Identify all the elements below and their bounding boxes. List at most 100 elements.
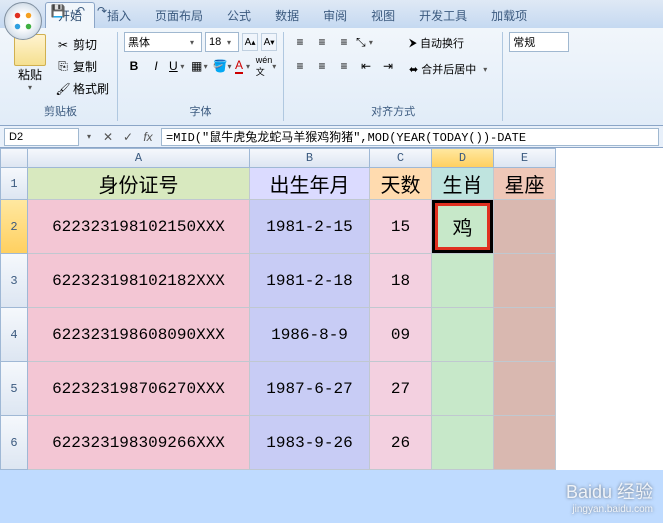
border-button[interactable]: ▦▾ (190, 56, 210, 76)
cell[interactable]: 622323198608090XXX (28, 308, 250, 362)
brush-icon: 🖌 (56, 82, 70, 96)
cell[interactable]: 星座 (494, 168, 556, 200)
merge-button[interactable]: ⬌合并后居中▾ (404, 58, 496, 80)
tab-layout[interactable]: 页面布局 (143, 3, 215, 28)
tab-developer[interactable]: 开发工具 (407, 3, 479, 28)
wrap-icon: ⮞ (409, 37, 417, 50)
select-all-corner[interactable] (0, 148, 28, 168)
chevron-down-icon: ▾ (479, 65, 491, 74)
chevron-down-icon: ▾ (227, 62, 231, 71)
cell[interactable]: 1981-2-15 (250, 200, 370, 254)
align-left-button[interactable]: ≡ (290, 56, 310, 76)
cell[interactable] (494, 362, 556, 416)
tab-view[interactable]: 视图 (359, 3, 407, 28)
font-color-button[interactable]: A▾ (234, 56, 254, 76)
cell[interactable]: 身份证号 (28, 168, 250, 200)
cell[interactable]: 622323198706270XXX (28, 362, 250, 416)
cell[interactable] (494, 308, 556, 362)
cell[interactable]: 09 (370, 308, 432, 362)
cell[interactable]: 天数 (370, 168, 432, 200)
cell[interactable]: 622323198309266XXX (28, 416, 250, 470)
cell-active[interactable]: 鸡 (432, 200, 494, 254)
underline-button[interactable]: U▾ (168, 56, 188, 76)
paste-label: 粘贴 (18, 66, 42, 83)
align-center-button[interactable]: ≡ (312, 56, 332, 76)
col-header[interactable]: C (370, 148, 432, 168)
bold-button[interactable]: B (124, 56, 144, 76)
row-header[interactable]: 3 (0, 254, 28, 308)
tab-review[interactable]: 审阅 (311, 3, 359, 28)
cell[interactable]: 1986-8-9 (250, 308, 370, 362)
align-middle-button[interactable]: ≡ (312, 32, 332, 52)
cell[interactable]: 15 (370, 200, 432, 254)
tab-data[interactable]: 数据 (263, 3, 311, 28)
tab-addins[interactable]: 加载项 (479, 3, 539, 28)
indent-inc-button[interactable]: ⇥ (378, 56, 398, 76)
cell[interactable]: 622323198102150XXX (28, 200, 250, 254)
cell[interactable] (432, 308, 494, 362)
cell[interactable]: 出生年月 (250, 168, 370, 200)
row-header[interactable]: 6 (0, 416, 28, 470)
row-header[interactable]: 1 (0, 168, 28, 200)
align-right-button[interactable]: ≡ (334, 56, 354, 76)
chevron-down-icon: ▾ (178, 62, 187, 71)
cell[interactable]: 1987-6-27 (250, 362, 370, 416)
row-header[interactable]: 4 (0, 308, 28, 362)
wrap-text-button[interactable]: ⮞自动换行 (404, 32, 496, 54)
cell[interactable] (432, 362, 494, 416)
chevron-down-icon: ▾ (272, 62, 276, 71)
group-clipboard: 粘贴 ▾ ✂剪切 ⎘复制 🖌格式刷 剪贴板 (4, 32, 118, 121)
grow-font-button[interactable]: A▴ (242, 33, 258, 51)
cell[interactable] (494, 200, 556, 254)
cell[interactable]: 26 (370, 416, 432, 470)
cell[interactable]: 生肖 (432, 168, 494, 200)
paste-button[interactable]: 粘贴 ▾ (10, 32, 50, 94)
number-format-select[interactable]: 常规 (509, 32, 569, 52)
phonetic-button[interactable]: wén文▾ (256, 56, 276, 76)
orientation-button[interactable]: ⤡▾ (356, 32, 376, 52)
cell[interactable] (432, 416, 494, 470)
shrink-font-button[interactable]: A▾ (261, 33, 277, 51)
enter-icon[interactable]: ✓ (119, 128, 137, 146)
font-size-select[interactable]: 18▾ (205, 32, 239, 52)
align-bottom-button[interactable]: ≡ (334, 32, 354, 52)
col-header[interactable]: B (250, 148, 370, 168)
formula-input[interactable]: =MID("鼠牛虎兔龙蛇马羊猴鸡狗猪",MOD(YEAR(TODAY())-DA… (161, 128, 659, 146)
copy-icon: ⎘ (56, 60, 70, 74)
col-header[interactable]: D (432, 148, 494, 168)
cell[interactable]: 27 (370, 362, 432, 416)
cut-button[interactable]: ✂剪切 (54, 34, 111, 55)
tab-formulas[interactable]: 公式 (215, 3, 263, 28)
row-header[interactable]: 2 (0, 200, 28, 254)
cell[interactable]: 1981-2-18 (250, 254, 370, 308)
save-icon[interactable]: 💾 (50, 3, 66, 19)
fill-color-button[interactable]: 🪣▾ (212, 56, 232, 76)
cell[interactable] (494, 254, 556, 308)
fx-icon[interactable]: fx (139, 128, 157, 146)
group-alignment: ≡ ≡ ≡ ⤡▾ ≡ ≡ ≡ ⇤ ⇥ ⮞自动换行 ⬌合并后居中▾ 对齐方式 (284, 32, 503, 121)
office-button[interactable] (4, 2, 42, 40)
group-font: 黑体▾ 18▾ A▴ A▾ B I U▾ ▦▾ 🪣▾ A▾ wén文▾ 字体 (118, 32, 284, 121)
watermark-url: jingyan.baidu.com (572, 504, 653, 515)
watermark-brand: Baidu 经验 (566, 478, 653, 504)
italic-button[interactable]: I (146, 56, 166, 76)
painter-button[interactable]: 🖌格式刷 (54, 78, 111, 99)
name-box[interactable]: D2 (4, 128, 79, 146)
undo-icon[interactable]: ↶ (72, 3, 88, 19)
copy-button[interactable]: ⎘复制 (54, 56, 111, 77)
cell[interactable] (494, 416, 556, 470)
col-header[interactable]: A (28, 148, 250, 168)
cell[interactable]: 18 (370, 254, 432, 308)
cell[interactable] (432, 254, 494, 308)
cancel-icon[interactable]: ✕ (99, 128, 117, 146)
cell[interactable]: 1983-9-26 (250, 416, 370, 470)
col-header[interactable]: E (494, 148, 556, 168)
redo-icon[interactable]: ↷ (94, 3, 110, 19)
align-top-button[interactable]: ≡ (290, 32, 310, 52)
indent-dec-button[interactable]: ⇤ (356, 56, 376, 76)
group-label-clipboard: 剪贴板 (10, 101, 111, 121)
font-name-select[interactable]: 黑体▾ (124, 32, 202, 52)
cell[interactable]: 622323198102182XXX (28, 254, 250, 308)
chevron-down-icon[interactable]: ▾ (83, 132, 95, 141)
row-header[interactable]: 5 (0, 362, 28, 416)
